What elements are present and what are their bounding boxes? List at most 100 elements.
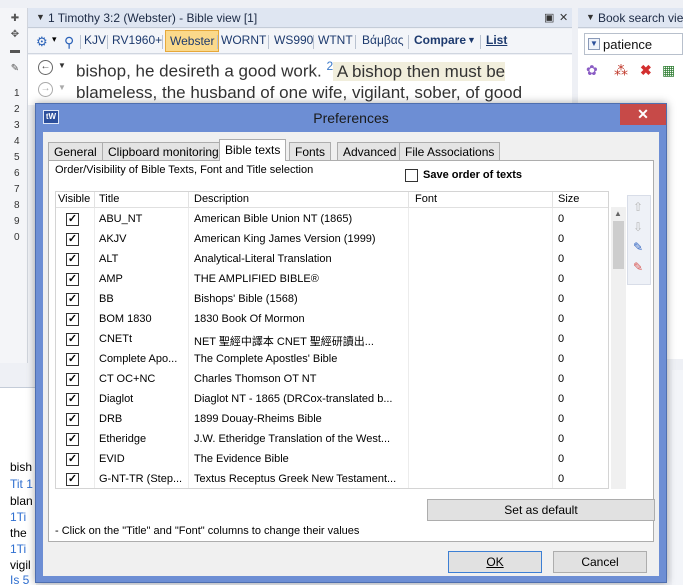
visible-checkbox[interactable]: ✓ [66,293,79,306]
title-cell[interactable]: BOM 1830 [99,313,185,325]
table-row[interactable]: ✓ BB Bishops' Bible (1568) 0 [56,290,608,310]
column-header-visible[interactable]: Visible [58,193,90,205]
table-row[interactable]: ✓ DRB 1899 Douay-Rheims Bible 0 [56,410,608,430]
result-link[interactable]: Tit 1 [10,477,33,491]
move-up-icon[interactable]: ⇧ [633,200,643,214]
tab-fonts[interactable]: Fonts [289,142,332,161]
toolbar-webster[interactable]: Webster [165,30,220,52]
title-cell[interactable]: Etheridge [99,433,185,445]
visible-checkbox[interactable]: ✓ [66,433,79,446]
title-cell[interactable]: G-NT-TR (Step... [99,473,185,485]
compare-dropdown-icon[interactable]: ▼ [467,35,476,45]
column-header-description[interactable]: Description [194,193,249,205]
ok-button[interactable]: OK [448,551,542,573]
scroll-thumb[interactable] [613,221,624,269]
tools-icon[interactable]: ⚙ [36,34,50,49]
result-link[interactable]: 1Ti [10,542,26,556]
collapse-icon[interactable]: ▬ [10,46,20,56]
visible-checkbox[interactable]: ✓ [66,473,79,486]
title-cell[interactable]: EVID [99,453,185,465]
close-button[interactable]: ✕ [620,104,666,125]
visible-checkbox[interactable]: ✓ [66,373,79,386]
visible-checkbox[interactable]: ✓ [66,333,79,346]
title-cell[interactable]: ABU_NT [99,213,185,225]
toolbar-ws990[interactable]: WS990 [274,33,313,47]
table-row[interactable]: ✓ AMP THE AMPLIFIED BIBLE® 0 [56,270,608,290]
title-cell[interactable]: Diaglot [99,393,185,405]
title-cell[interactable]: CNETt [99,333,185,345]
result-link[interactable]: 1Ti [10,510,26,524]
scroll-up-icon[interactable]: ▲ [614,209,622,218]
search-input[interactable] [603,35,683,53]
maximize-icon[interactable]: ▣ [544,11,554,24]
tab-file-associations[interactable]: File Associations [399,142,501,161]
back-icon[interactable]: ← [38,60,53,75]
column-header-size[interactable]: Size [558,193,579,205]
title-cell[interactable]: AKJV [99,233,185,245]
move-down-icon[interactable]: ⇩ [633,220,643,234]
pane-menu-icon[interactable]: ▼ [586,12,595,22]
search-history-dropdown-icon[interactable]: ▼ [588,38,600,50]
tab-bible-texts[interactable]: Bible texts [219,139,287,161]
title-cell[interactable]: DRB [99,413,185,425]
table-row[interactable]: ✓ CNETt NET 聖經中譯本 CNET 聖經研讀出... 0 [56,330,608,350]
column-header-title[interactable]: Title [99,193,119,205]
table-scrollbar[interactable]: ▲ [611,207,626,489]
move-icon[interactable]: ✥ [10,30,20,40]
close-icon[interactable]: ✕ [559,11,568,24]
table-row[interactable]: ✓ AKJV American King James Version (1999) 0 [56,230,608,250]
title-cell[interactable]: BB [99,293,185,305]
toolbar-wtnt[interactable]: WTNT [318,33,353,47]
dialog-titlebar[interactable]: tW Preferences ✕ [36,104,666,132]
checkbox-icon[interactable] [405,169,418,182]
tab-clipboard-monitoring[interactable]: Clipboard monitoring [102,142,225,161]
toolbar-kjv[interactable]: KJV [84,33,106,47]
visible-checkbox[interactable]: ✓ [66,413,79,426]
forward-icon[interactable]: → [38,82,53,97]
table-row[interactable]: ✓ Etheridge J.W. Etheridge Translation of … [56,430,608,450]
export-icon[interactable]: ▦ [662,62,675,79]
pencil-icon[interactable]: ✎ [10,64,20,74]
title-cell[interactable]: CT OC+NC [99,373,185,385]
visible-checkbox[interactable]: ✓ [66,313,79,326]
table-row[interactable]: ✓ ALT Analytical-Literal Translation 0 [56,250,608,270]
cancel-button[interactable]: Cancel [553,551,647,573]
visible-checkbox[interactable]: ✓ [66,213,79,226]
table-row[interactable]: ✓ Complete Apo... The Complete Apostles' B… [56,350,608,370]
result-link[interactable]: Is 5 [10,573,29,585]
title-cell[interactable]: AMP [99,273,185,285]
table-row[interactable]: ✓ ABU_NT American Bible Union NT (1865) 0 [56,210,608,230]
table-row[interactable]: ✓ CT OC+NC Charles Thomson OT NT 0 [56,370,608,390]
table-row[interactable]: ✓ G-NT-TR (Step... Textus Receptus Greek N… [56,470,608,488]
toolbar-vamvas[interactable]: Βάμβας [362,33,403,47]
title-cell[interactable]: Complete Apo... [99,353,185,365]
toolbar-compare[interactable]: Compare [414,33,466,47]
filter-icon[interactable]: ⁂ [614,62,628,79]
expand-icon[interactable]: ✚ [10,14,20,24]
clear-icon[interactable]: ✖ [640,62,652,79]
back-dropdown-icon[interactable]: ▼ [58,61,66,70]
tab-advanced[interactable]: Advanced [337,142,403,161]
toolbar-wornt[interactable]: WORNT [221,33,266,47]
edit-icon[interactable]: ✎ [633,240,643,254]
table-row[interactable]: ✓ EVID The Evidence Bible 0 [56,450,608,470]
delete-icon[interactable]: ✎ [633,260,643,274]
tab-general[interactable]: General [48,142,103,161]
visible-checkbox[interactable]: ✓ [66,353,79,366]
visible-checkbox[interactable]: ✓ [66,453,79,466]
table-row[interactable]: ✓ BOM 1830 1830 Book Of Mormon 0 [56,310,608,330]
toolbar-list[interactable]: List [486,33,507,47]
title-cell[interactable]: ALT [99,253,185,265]
options-icon[interactable]: ✿ [586,62,598,79]
visible-checkbox[interactable]: ✓ [66,233,79,246]
visible-checkbox[interactable]: ✓ [66,393,79,406]
toolbar-rv1960[interactable]: RV1960+ [112,33,162,47]
table-row[interactable]: ✓ Diaglot Diaglot NT - 1865 (DRCox-transla… [56,390,608,410]
forward-dropdown-icon[interactable]: ▼ [58,83,66,92]
column-header-font[interactable]: Font [415,193,437,205]
search-icon[interactable]: ⚲ [64,34,78,50]
visible-checkbox[interactable]: ✓ [66,253,79,266]
set-as-default-button[interactable]: Set as default [427,499,655,521]
pane-menu-icon[interactable]: ▼ [36,12,45,22]
bible-text-view[interactable]: ← ▼ → ▼ bishop, he desireth a good work.… [28,55,572,105]
